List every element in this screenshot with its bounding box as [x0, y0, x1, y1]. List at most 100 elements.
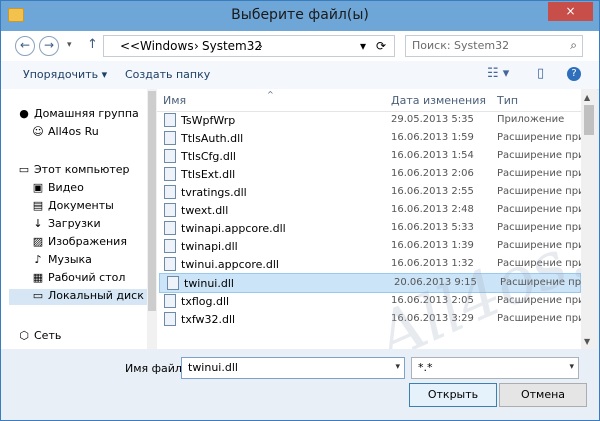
back-button[interactable]: ← [15, 36, 35, 56]
table-row[interactable]: TtlsCfg.dll 16.06.2013 1:54 Расширение при [157, 147, 581, 165]
table-row[interactable]: twinui.appcore.dll 16.06.2013 1:32 Расшире… [157, 255, 581, 273]
file-list-header: Имя ^ Дата изменения Тип [157, 89, 581, 112]
sidebar-item-video[interactable]: ▣ Видео [31, 181, 84, 197]
file-name-field[interactable]: twinui.dll ▾ [181, 357, 405, 379]
scroll-down-icon[interactable]: ▼ [584, 337, 590, 346]
scroll-up-icon[interactable]: ▲ [584, 93, 590, 102]
file-icon [167, 276, 179, 290]
column-date[interactable]: Дата изменения [391, 94, 486, 107]
scroll-thumb[interactable] [584, 105, 594, 135]
file-date: 16.06.2013 2:55 [391, 186, 474, 197]
up-icon[interactable]: ↑ [87, 37, 98, 52]
sidebar-item-user[interactable]: ☺ All4os Ru [31, 125, 98, 141]
file-name: twinui.appcore.dll [181, 258, 279, 271]
forward-button[interactable]: → [39, 36, 59, 56]
search-icon[interactable]: ⌕ [570, 38, 577, 53]
breadcrumb-windows[interactable]: Windows [140, 39, 194, 53]
documents-folder-icon: ▤ [32, 199, 44, 212]
file-type: Расширение при [497, 258, 581, 269]
table-row[interactable]: TtlsAuth.dll 16.06.2013 1:59 Расширение пр… [157, 129, 581, 147]
homegroup-icon: ● [19, 107, 29, 120]
close-button[interactable]: × [548, 2, 593, 21]
file-icon [164, 149, 176, 163]
file-type: Расширение при [497, 204, 581, 215]
table-row[interactable]: TsWpfWrp 29.05.2013 5:35 Приложение [157, 111, 581, 129]
address-dropdown-icon[interactable]: ▾ [360, 39, 366, 53]
pictures-folder-icon: ▨ [32, 235, 44, 248]
sidebar-scroll-thumb[interactable] [148, 91, 156, 311]
open-button[interactable]: Открыть [409, 383, 497, 407]
file-name: TsWpfWrp [181, 114, 236, 127]
file-type-value: *.* [418, 361, 433, 374]
view-options-icon[interactable]: ☷ ▾ [487, 66, 509, 81]
file-name: TtlsExt.dll [181, 168, 236, 181]
new-folder-button[interactable]: Создать папку [125, 68, 210, 81]
desktop-folder-icon: ▦ [32, 271, 44, 284]
file-type: Расширение при [497, 295, 581, 306]
search-placeholder: Поиск: System32 [412, 39, 510, 52]
address-bar[interactable]: << Windows › System32 › ▾ ⟳ [103, 35, 395, 57]
file-name: twinapi.appcore.dll [181, 222, 286, 235]
chevron-down-icon[interactable]: ▾ [569, 362, 574, 372]
file-dialog: Выберите файл(ы) × ← → ▾ ↑ << Windows › … [0, 0, 600, 421]
file-name: twinapi.dll [181, 240, 238, 253]
organize-button[interactable]: Упорядочить ▾ [23, 68, 107, 81]
file-type: Приложение [497, 114, 565, 125]
file-type: Расширение при [500, 277, 581, 288]
sidebar-item-downloads[interactable]: ↓ Загрузки [31, 217, 100, 233]
file-type: Расширение при [497, 240, 581, 251]
file-icon [164, 239, 176, 253]
file-type: Расширение при [497, 150, 581, 161]
file-icon [164, 131, 176, 145]
sidebar-item-local-disk[interactable]: ▭ Локальный диск [9, 289, 169, 305]
file-name-value: twinui.dll [188, 361, 238, 374]
table-row[interactable]: txfw32.dll 16.06.2013 3:29 Расширение при [157, 310, 581, 328]
file-date: 16.06.2013 3:29 [391, 313, 474, 324]
file-type: Расширение при [497, 168, 581, 179]
breadcrumb-system32[interactable]: System32 [202, 39, 262, 53]
table-row[interactable]: tvratings.dll 16.06.2013 2:55 Расширение п… [157, 183, 581, 201]
sidebar-item-homegroup[interactable]: ● Домашняя группа [17, 107, 139, 123]
cancel-button[interactable]: Отмена [499, 383, 587, 407]
file-date: 16.06.2013 2:06 [391, 168, 474, 179]
sidebar-item-network[interactable]: ⬡ Сеть [17, 329, 61, 345]
preview-pane-icon[interactable]: ▯ [537, 66, 544, 81]
file-icon [164, 221, 176, 235]
file-icon [164, 167, 176, 181]
table-row[interactable]: twinapi.dll 16.06.2013 1:39 Расширение при [157, 237, 581, 255]
sidebar-item-label: Видео [48, 181, 84, 194]
file-type-filter[interactable]: *.* ▾ [411, 357, 579, 379]
drive-icon: ▭ [32, 289, 44, 302]
help-icon[interactable]: ? [567, 67, 581, 81]
refresh-icon[interactable]: ⟳ [376, 39, 386, 53]
table-row[interactable]: twinapi.appcore.dll 16.06.2013 5:33 Расшир… [157, 219, 581, 237]
sidebar-item-label: Домашняя группа [34, 107, 139, 120]
file-icon [164, 113, 176, 127]
file-date: 16.06.2013 1:59 [391, 132, 474, 143]
sidebar-item-documents[interactable]: ▤ Документы [31, 199, 114, 215]
file-date: 16.06.2013 2:05 [391, 295, 474, 306]
table-row[interactable]: txflog.dll 16.06.2013 2:05 Расширение при [157, 292, 581, 310]
column-type[interactable]: Тип [497, 94, 518, 107]
file-icon [164, 257, 176, 271]
user-icon: ☺ [32, 125, 44, 138]
dialog-footer: Имя файла: twinui.dll ▾ *.* ▾ Открыть От… [1, 349, 599, 420]
table-row-selected[interactable]: twinui.dll 20.06.2013 9:15 Расширение при [159, 273, 581, 293]
table-row[interactable]: twext.dll 16.06.2013 2:48 Расширение при [157, 201, 581, 219]
table-row[interactable]: TtlsExt.dll 16.06.2013 2:06 Расширение при [157, 165, 581, 183]
file-date: 16.06.2013 2:48 [391, 204, 474, 215]
sidebar-item-label: Документы [48, 199, 114, 212]
column-name[interactable]: Имя [163, 94, 186, 107]
sidebar-item-music[interactable]: ♪ Музыка [31, 253, 91, 269]
history-dropdown-icon[interactable]: ▾ [67, 40, 72, 50]
sidebar-item-desktop[interactable]: ▦ Рабочий стол [31, 271, 126, 287]
search-input[interactable]: Поиск: System32 ⌕ [405, 35, 583, 57]
sidebar-item-this-pc[interactable]: ▭ Этот компьютер [17, 163, 130, 179]
chevron-down-icon[interactable]: ▾ [395, 362, 400, 372]
file-date: 16.06.2013 5:33 [391, 222, 474, 233]
sidebar-item-label: Рабочий стол [48, 271, 126, 284]
sidebar-item-label: Этот компьютер [34, 163, 130, 176]
file-name: TtlsAuth.dll [181, 132, 244, 145]
sidebar-item-pictures[interactable]: ▨ Изображения [31, 235, 127, 251]
file-icon [164, 203, 176, 217]
